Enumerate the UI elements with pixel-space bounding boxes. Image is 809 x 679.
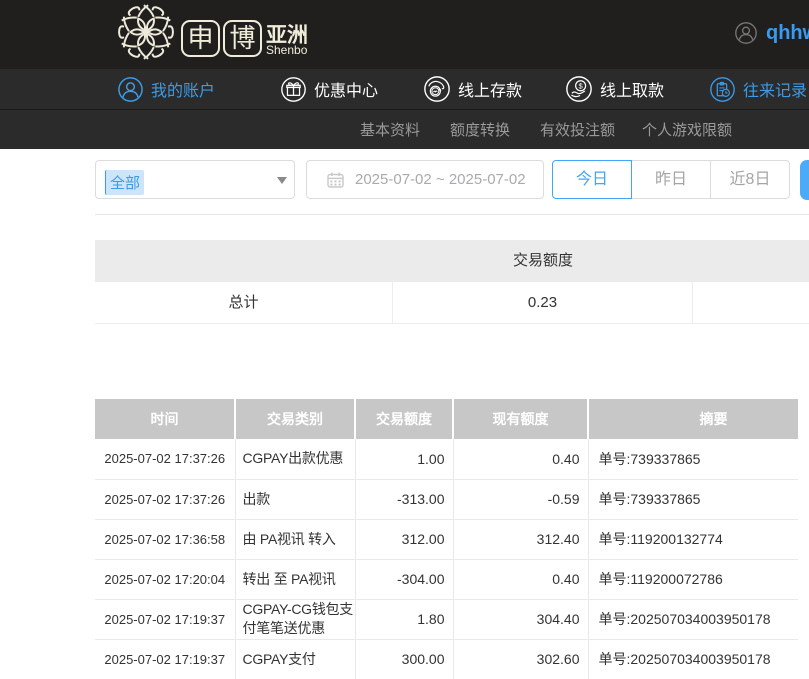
svg-text:$: $ bbox=[579, 82, 584, 91]
